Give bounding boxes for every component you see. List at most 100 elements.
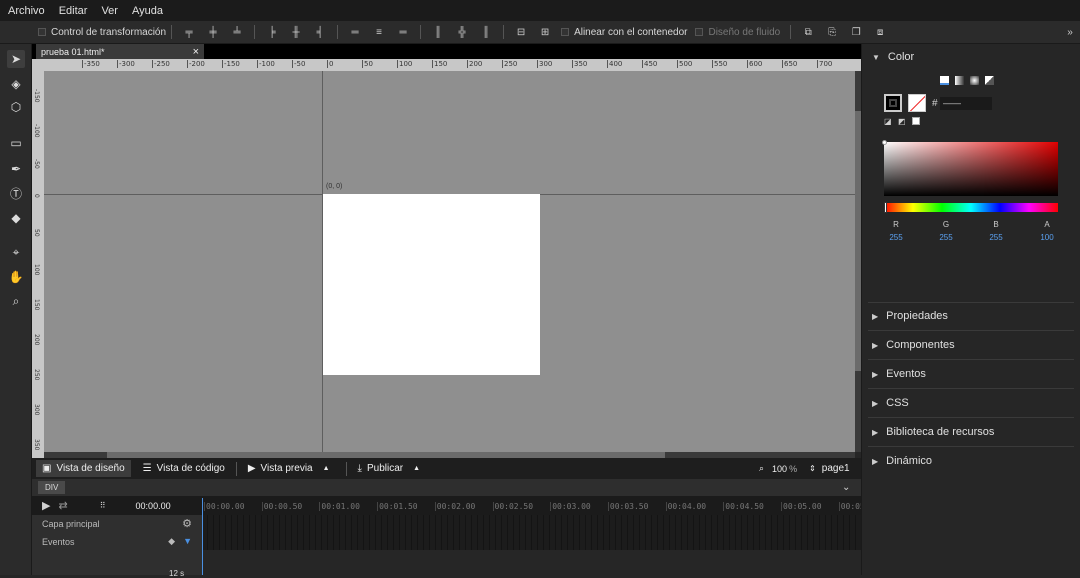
gear-icon[interactable]: ⚙ [182, 517, 192, 530]
timeline-current-time[interactable]: 00:00.00 [136, 501, 171, 511]
duplicate-icon[interactable]: ❐ [850, 26, 862, 38]
export-icon[interactable]: ⎘ [826, 26, 838, 38]
ruler-tick: 300 [537, 60, 553, 68]
toolbar-divider [420, 25, 422, 39]
close-icon[interactable]: × [193, 46, 199, 58]
onion-skin-icon[interactable]: ⠿ [100, 501, 106, 510]
distribute-top-icon[interactable]: ═ [349, 26, 361, 38]
menu-editar[interactable]: Editar [59, 5, 88, 17]
section-header-dinamico[interactable]: ▶ Dinámico [872, 455, 932, 467]
picker-handle[interactable] [882, 140, 887, 145]
document-tab[interactable]: prueba 01.html* × [36, 44, 204, 59]
distribute-center-icon[interactable]: ╬ [456, 26, 468, 38]
caret-up-icon[interactable]: ▲ [413, 465, 420, 472]
section-header-biblioteca[interactable]: ▶ Biblioteca de recursos [872, 426, 994, 438]
design-view-button[interactable]: ▣ Vista de diseño [36, 460, 131, 477]
r-value[interactable]: 255 [884, 233, 908, 242]
a-value[interactable]: 100 [1035, 233, 1059, 242]
stroke-swatch[interactable] [884, 94, 902, 112]
space-vertical-icon[interactable]: ⊞ [539, 26, 551, 38]
playhead[interactable] [202, 498, 203, 575]
ruler-tick: 350 [572, 60, 588, 68]
ruler-tick: -200 [187, 60, 205, 68]
loop-icon[interactable]: ⇄ [58, 499, 67, 512]
layer-row[interactable]: Eventos ◆ ▼ [32, 533, 202, 550]
align-top-icon[interactable]: ╤ [183, 26, 195, 38]
paint-bucket-tool-icon[interactable]: ◆ [7, 209, 25, 227]
element-path-tag[interactable]: DIV [38, 481, 66, 494]
linear-gradient-icon[interactable] [955, 76, 964, 85]
hand-tool-icon[interactable]: ✋ [7, 268, 25, 286]
no-color-icon[interactable] [912, 117, 920, 125]
transform-3d-tool-icon[interactable]: ◈ [7, 75, 25, 93]
b-value[interactable]: 255 [984, 233, 1008, 242]
selection-tool-icon[interactable]: ➤ [7, 50, 25, 68]
menu-ayuda[interactable]: Ayuda [132, 5, 163, 17]
distribute-middle-icon[interactable]: ≡ [373, 26, 385, 38]
fluid-design-checkbox[interactable]: Diseño de fluido [695, 27, 780, 38]
zoom-control[interactable]: ⌕ 100 % ⇕ page1 [759, 463, 850, 474]
publish-button[interactable]: ⤓ Publicar ▲ [352, 460, 432, 477]
section-header-css[interactable]: ▶ CSS [872, 397, 909, 409]
distribute-bottom-icon[interactable]: ═ [397, 26, 409, 38]
code-view-button[interactable]: ☰ Vista de código [137, 460, 231, 477]
hue-slider-handle[interactable] [884, 202, 887, 213]
zoom-tool-icon[interactable]: ⌕ [7, 292, 25, 310]
section-header-propiedades[interactable]: ▶ Propiedades [872, 310, 948, 322]
swap-colors-icon[interactable]: ◪ [884, 117, 892, 126]
space-horizontal-icon[interactable]: ⊟ [515, 26, 527, 38]
page-name[interactable]: page1 [822, 463, 850, 474]
align-center-icon[interactable]: ╫ [290, 26, 302, 38]
section-header-eventos[interactable]: ▶ Eventos [872, 368, 926, 380]
zoom-value[interactable]: 100 [772, 464, 787, 474]
layers-icon[interactable]: ⧈ [874, 26, 886, 38]
g-value[interactable]: 255 [934, 233, 958, 242]
radial-gradient-icon[interactable] [970, 76, 979, 85]
layer-row[interactable]: Capa principal ⚙ [32, 515, 202, 532]
align-container-checkbox[interactable]: Alinear con el contenedor [561, 27, 687, 38]
preview-button[interactable]: ▶ Vista previa ▲ [242, 460, 341, 477]
align-middle-icon[interactable]: ╪ [207, 26, 219, 38]
eraser-tool-icon[interactable]: ▭ [7, 134, 25, 152]
transform-control-checkbox[interactable]: Control de transformación [38, 27, 166, 38]
text-tool-icon[interactable]: Ⓣ [7, 184, 25, 202]
color-section-header[interactable]: ▼ Color [872, 51, 914, 63]
hex-prefix: # [932, 98, 938, 109]
eyedropper-tool-icon[interactable]: ⌖ [7, 243, 25, 261]
ruler-tick: -150 [222, 60, 240, 68]
stage-div[interactable] [323, 194, 540, 375]
chevron-down-icon[interactable]: ▼ [183, 536, 192, 546]
layer-actions: ◆ ▼ [168, 536, 192, 547]
default-colors-icon[interactable]: ◩ [898, 117, 906, 126]
section-header-componentes[interactable]: ▶ Componentes [872, 339, 955, 351]
timeline-ruler[interactable]: 00:00.00 00:00.50 00:01.00 00:01.50 00:02.00… [202, 496, 861, 515]
section-title: Eventos [886, 368, 926, 380]
distribute-left-icon[interactable]: ║ [432, 26, 444, 38]
expand-panel-icon[interactable]: » [1064, 26, 1076, 38]
collapse-icon[interactable]: ⌄ [842, 482, 850, 493]
ruler-tick: -250 [152, 60, 170, 68]
hex-input[interactable]: —— [940, 97, 992, 110]
color-picker-field[interactable] [882, 140, 1058, 196]
object-3d-tool-icon[interactable]: ⬡ [7, 98, 25, 116]
image-fill-icon[interactable] [985, 76, 994, 85]
keyframe-icon[interactable]: ◆ [168, 536, 175, 546]
menu-ver[interactable]: Ver [101, 5, 118, 17]
hue-slider[interactable] [884, 202, 1058, 213]
distribute-right-icon[interactable]: ║ [480, 26, 492, 38]
section-title: Propiedades [886, 310, 948, 322]
transform-icon[interactable]: ⧉ [802, 26, 814, 38]
align-bottom-icon[interactable]: ╧ [231, 26, 243, 38]
align-left-icon[interactable]: ╞ [266, 26, 278, 38]
solid-color-icon[interactable] [940, 76, 949, 85]
timeline-tracks[interactable] [202, 515, 861, 550]
fill-swatch[interactable] [908, 94, 926, 112]
page-stepper-icon[interactable]: ⇕ [809, 464, 816, 473]
menu-archivo[interactable]: Archivo [8, 5, 45, 17]
play-icon[interactable]: ▶ [42, 499, 50, 512]
caret-up-icon[interactable]: ▲ [323, 465, 330, 472]
color-mode-tabs [940, 76, 994, 85]
pen-tool-icon[interactable]: ✒ [7, 160, 25, 178]
design-canvas[interactable]: (0, 0) [44, 71, 855, 452]
align-right-icon[interactable]: ╡ [314, 26, 326, 38]
